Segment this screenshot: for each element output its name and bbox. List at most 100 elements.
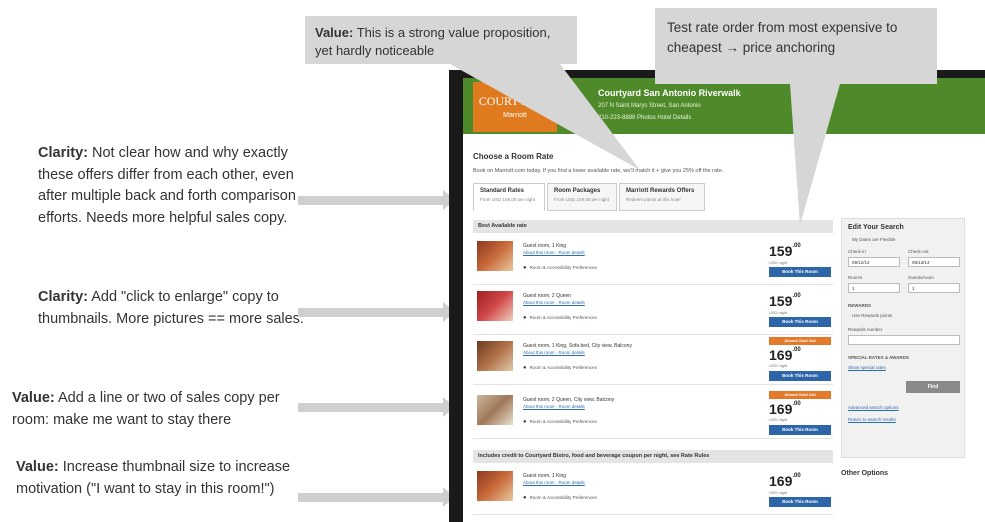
price-cents: .00: [792, 347, 801, 353]
price-unit: USD night: [769, 490, 788, 495]
tab-room-packages[interactable]: Room Packages From USD 169.00 per night: [547, 183, 617, 211]
room-preferences[interactable]: Room & Accessibility Preferences: [523, 365, 597, 371]
tab-rewards-offers[interactable]: Marriott Rewards Offers Redeem points at…: [619, 183, 705, 211]
room-preferences[interactable]: Room & Accessibility Preferences: [523, 265, 597, 271]
tab-label: Room Packages: [554, 188, 601, 194]
room-price: 159.00: [769, 243, 801, 259]
room-name: Guest room, 2 Queen, City view, Balcony: [523, 397, 615, 403]
checkin-label: Check-in: [848, 249, 866, 254]
tab-sub: From USD 169.00 per night: [554, 197, 610, 202]
note-clarity-thumbnails: Clarity: Add "click to enlarge" copy to …: [38, 287, 308, 330]
section-best-rate: Best Available rate: [473, 220, 833, 233]
book-room-button[interactable]: Book This Room: [769, 317, 831, 327]
room-preferences[interactable]: Room & Accessibility Preferences: [523, 419, 597, 425]
note-value-thumbnail-size: Value: Increase thumbnail size to increa…: [16, 457, 291, 500]
price-cents: .00: [792, 401, 801, 407]
rewards-heading: REWARDS: [848, 303, 872, 308]
tab-sub: Redeem points at this hotel: [626, 197, 681, 202]
room-links[interactable]: About this room · Room details: [523, 250, 585, 255]
hotel-address: 207 N Saint Marys Street, San Antonio: [598, 103, 701, 109]
room-price: 169.00: [769, 401, 801, 417]
note-value-sales-copy: Value: Add a line or two of sales copy p…: [12, 388, 292, 431]
room-thumbnail[interactable]: [477, 471, 513, 501]
room-name: Guest room, 1 King: [523, 473, 567, 479]
tab-standard-rates[interactable]: Standard Rates From USD 159.00 per night: [473, 183, 545, 211]
room-row: Guest room, 2 Queen About this room · Ro…: [473, 285, 833, 335]
callout-value-proposition: Value: This is a strong value propositio…: [305, 16, 577, 64]
brand-logo[interactable]: COURTYARD Marriott: [473, 82, 557, 132]
rewards-number-field[interactable]: [848, 335, 960, 345]
room-thumbnail[interactable]: [477, 395, 513, 425]
price-unit: USD night: [769, 260, 788, 265]
price-cents: .00: [792, 243, 801, 249]
room-preferences[interactable]: Room & Accessibility Preferences: [523, 315, 597, 321]
section-credit-rate: Includes credit to Courtyard Bistro, foo…: [473, 450, 833, 463]
arrow-bar: [298, 493, 444, 502]
arrow-bar: [298, 196, 444, 205]
room-thumbnail[interactable]: [477, 291, 513, 321]
price-value: 159: [769, 243, 793, 259]
tab-sub: From USD 159.00 per night: [480, 197, 536, 202]
find-button[interactable]: Find: [906, 381, 960, 393]
note-clarity-offers: Clarity: Not clear how and why exactly t…: [38, 143, 298, 229]
book-room-button[interactable]: Book This Room: [769, 371, 831, 381]
guests-select[interactable]: 1: [908, 283, 960, 293]
price-value: 169: [769, 401, 793, 417]
rewards-number-label: Rewards number: [848, 327, 883, 332]
price-cents: .00: [792, 473, 801, 479]
room-row: Guest room, 2 Queen, City view, Balcony …: [473, 389, 833, 439]
other-options-heading: Other Options: [841, 470, 889, 477]
tab-label: Standard Rates: [480, 188, 525, 194]
edit-search-title: Edit Your Search: [848, 224, 904, 231]
hotel-header: COURTYARD Marriott Courtyard San Antonio…: [463, 78, 985, 134]
room-row: Guest room, 1 King, Sofa bed, City view,…: [473, 335, 833, 385]
checkin-field[interactable]: 09/12/14: [848, 257, 900, 267]
return-results-link[interactable]: Return to search results: [848, 417, 896, 422]
sold-out-badge: Almost Sold Out: [769, 337, 831, 345]
room-links[interactable]: About this room · Room details: [523, 480, 585, 485]
intro-text: Book on Marriott.com today. If you find …: [473, 168, 724, 174]
room-row: Guest room, 1 King About this room · Roo…: [473, 465, 833, 515]
price-unit: USD night: [769, 417, 788, 422]
price-cents: .00: [792, 293, 801, 299]
advanced-search-link[interactable]: Advanced search options: [848, 405, 899, 410]
hotel-name: Courtyard San Antonio Riverwalk: [598, 88, 741, 98]
price-value: 169: [769, 347, 793, 363]
arrow-bar: [298, 308, 444, 317]
room-name: Guest room, 2 Queen: [523, 293, 572, 299]
price-value: 159: [769, 293, 793, 309]
note-label: Value:: [16, 459, 59, 475]
callout-text: Test rate order from most expensive to c…: [667, 20, 898, 55]
checkout-label: Check-out: [908, 249, 929, 254]
price-value: 169: [769, 473, 793, 489]
page-title: Choose a Room Rate: [473, 152, 554, 161]
room-preferences[interactable]: Room & Accessibility Preferences: [523, 495, 597, 501]
rewards-checkbox[interactable]: Use Rewards points: [852, 313, 892, 318]
room-links[interactable]: About this room · Room details: [523, 350, 585, 355]
room-name: Guest room, 1 King, Sofa bed, City view,…: [523, 343, 632, 349]
room-thumbnail[interactable]: [477, 341, 513, 371]
note-label: Clarity:: [38, 289, 88, 305]
hotel-phone: 210-223-8888 Photos Hotel Details: [598, 115, 692, 121]
room-price: 169.00: [769, 473, 801, 489]
flexible-dates-checkbox[interactable]: My Dates are Flexible: [852, 237, 896, 242]
rooms-label: Rooms: [848, 275, 863, 280]
hotel-page: COURTYARD Marriott Courtyard San Antonio…: [463, 78, 985, 522]
note-label: Clarity:: [38, 145, 88, 161]
room-links[interactable]: About this room · Room details: [523, 404, 585, 409]
book-room-button[interactable]: Book This Room: [769, 267, 831, 277]
room-row: Guest room, 1 King About this room · Roo…: [473, 235, 833, 285]
checkout-field[interactable]: 09/13/14: [908, 257, 960, 267]
book-room-button[interactable]: Book This Room: [769, 425, 831, 435]
price-unit: USD night: [769, 310, 788, 315]
logo-text: COURTYARD: [478, 94, 552, 108]
special-rates-heading: SPECIAL RATES & AWARDS: [848, 355, 909, 360]
logo-sub: Marriott: [503, 112, 527, 119]
room-links[interactable]: About this room · Room details: [523, 300, 585, 305]
special-rates-link[interactable]: Show special rates: [848, 365, 886, 370]
callout-label: Value:: [315, 25, 354, 40]
rooms-select[interactable]: 1: [848, 283, 900, 293]
book-room-button[interactable]: Book This Room: [769, 497, 831, 507]
room-thumbnail[interactable]: [477, 241, 513, 271]
sold-out-badge: Almost Sold Out: [769, 391, 831, 399]
